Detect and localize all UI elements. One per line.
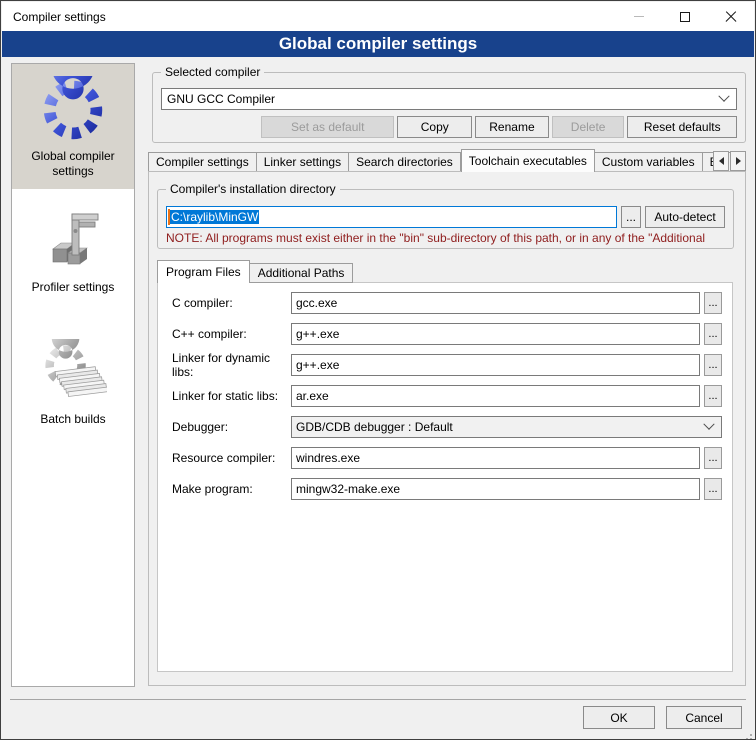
sidebar-item-label: Profiler settings	[28, 280, 119, 305]
browse-directory-button[interactable]: ...	[621, 206, 641, 228]
chevron-down-icon	[718, 91, 729, 102]
settings-tab-strip: Compiler settings Linker settings Search…	[148, 149, 746, 172]
installation-directory-group-label: Compiler's installation directory	[166, 182, 340, 196]
field-row-debugger: Debugger: GDB/CDB debugger : Default	[172, 416, 722, 438]
reset-defaults-button[interactable]: Reset defaults	[627, 116, 737, 138]
installation-directory-input[interactable]: C:\raylib\MinGW	[166, 206, 617, 228]
sidebar-item-global-compiler-settings[interactable]: Global compiler settings	[12, 64, 134, 189]
installation-directory-value: C:\raylib\MinGW	[170, 210, 259, 224]
dynamic-linker-browse-button[interactable]: ...	[704, 354, 722, 376]
selected-compiler-group: Selected compiler GNU GCC Compiler Set a…	[152, 72, 746, 143]
resize-grip[interactable]	[750, 734, 752, 736]
sidebar-item-label: Batch builds	[36, 412, 109, 437]
tab-scroll-left-button[interactable]	[713, 151, 729, 171]
field-row-make-program: Make program: mingw32-make.exe ...	[172, 478, 722, 500]
tab-linker-settings[interactable]: Linker settings	[257, 152, 349, 172]
maximize-button[interactable]	[662, 2, 708, 31]
gear-stack-icon	[37, 337, 109, 409]
close-button[interactable]	[708, 2, 754, 31]
footer-divider	[10, 699, 746, 700]
tab-scroll-right-button[interactable]	[730, 151, 746, 171]
arrow-right-icon	[736, 157, 741, 165]
close-icon	[725, 11, 737, 23]
tab-toolchain-executables[interactable]: Toolchain executables	[461, 149, 595, 172]
debugger-label: Debugger:	[172, 420, 291, 434]
sidebar-item-profiler-settings[interactable]: Profiler settings	[12, 195, 134, 305]
title-bar: Compiler settings	[2, 2, 754, 31]
settings-category-list: Global compiler settings	[11, 63, 135, 687]
bin-subdirectory-note: NOTE: All programs must exist either in …	[166, 231, 729, 245]
field-row-dynamic-linker: Linker for dynamic libs: g++.exe ...	[172, 354, 722, 376]
minimize-icon	[634, 16, 644, 17]
resource-compiler-browse-button[interactable]: ...	[704, 447, 722, 469]
c-compiler-browse-button[interactable]: ...	[704, 292, 722, 314]
tab-search-directories[interactable]: Search directories	[349, 152, 461, 172]
selected-compiler-group-label: Selected compiler	[161, 65, 264, 79]
field-row-cpp-compiler: C++ compiler: g++.exe ...	[172, 323, 722, 345]
tab-compiler-settings[interactable]: Compiler settings	[148, 152, 257, 172]
tab-additional-paths[interactable]: Additional Paths	[250, 263, 354, 283]
program-files-notebook: Program Files Additional Paths C compile…	[157, 260, 733, 672]
compiler-settings-dialog: Compiler settings Global compiler settin…	[0, 0, 756, 740]
minimize-button	[616, 2, 662, 31]
copy-button[interactable]: Copy	[397, 116, 472, 138]
page-title: Global compiler settings	[2, 31, 754, 57]
static-linker-input[interactable]: ar.exe	[291, 385, 700, 407]
resource-compiler-label: Resource compiler:	[172, 451, 291, 465]
chevron-down-icon	[703, 419, 714, 430]
toolchain-executables-panel: Compiler's installation directory C:\ray…	[148, 171, 746, 686]
c-compiler-label: C compiler:	[172, 296, 291, 310]
static-linker-browse-button[interactable]: ...	[704, 385, 722, 407]
window-title: Compiler settings	[13, 10, 106, 24]
debugger-select-value: GDB/CDB debugger : Default	[296, 420, 453, 434]
static-linker-label: Linker for static libs:	[172, 389, 291, 403]
cpp-compiler-browse-button[interactable]: ...	[704, 323, 722, 345]
blue-gear-icon	[37, 74, 109, 146]
caliper-icon	[37, 205, 109, 277]
dynamic-linker-input[interactable]: g++.exe	[291, 354, 700, 376]
notebook-tab-strip: Program Files Additional Paths	[157, 260, 353, 283]
tab-custom-variables[interactable]: Custom variables	[595, 152, 703, 172]
sidebar-item-label: Global compiler settings	[12, 149, 134, 189]
compiler-select-value: GNU GCC Compiler	[167, 92, 275, 106]
dialog-content: Global compiler settings	[2, 57, 754, 738]
cpp-compiler-label: C++ compiler:	[172, 327, 291, 341]
make-program-browse-button[interactable]: ...	[704, 478, 722, 500]
debugger-select[interactable]: GDB/CDB debugger : Default	[291, 416, 722, 438]
ok-button[interactable]: OK	[583, 706, 655, 729]
dialog-buttons: OK Cancel	[583, 706, 742, 729]
delete-button: Delete	[552, 116, 625, 138]
make-program-label: Make program:	[172, 482, 291, 496]
compiler-action-buttons: Set as default Copy Rename Delete Reset …	[161, 116, 737, 138]
field-row-c-compiler: C compiler: gcc.exe ...	[172, 292, 722, 314]
c-compiler-input[interactable]: gcc.exe	[291, 292, 700, 314]
caption-buttons	[616, 2, 754, 31]
make-program-input[interactable]: mingw32-make.exe	[291, 478, 700, 500]
auto-detect-button[interactable]: Auto-detect	[645, 206, 725, 228]
rename-button[interactable]: Rename	[475, 116, 549, 138]
field-row-resource-compiler: Resource compiler: windres.exe ...	[172, 447, 722, 469]
arrow-left-icon	[719, 157, 724, 165]
set-as-default-button: Set as default	[261, 116, 394, 138]
maximize-icon	[680, 12, 690, 22]
cancel-button[interactable]: Cancel	[666, 706, 742, 729]
installation-directory-row: C:\raylib\MinGW ... Auto-detect	[166, 206, 725, 228]
field-row-static-linker: Linker for static libs: ar.exe ...	[172, 385, 722, 407]
tab-program-files[interactable]: Program Files	[157, 260, 250, 283]
resource-compiler-input[interactable]: windres.exe	[291, 447, 700, 469]
sidebar-item-batch-builds[interactable]: Batch builds	[12, 327, 134, 437]
cpp-compiler-input[interactable]: g++.exe	[291, 323, 700, 345]
program-files-page: C compiler: gcc.exe ... C++ compiler: g+…	[157, 282, 733, 672]
compiler-select[interactable]: GNU GCC Compiler	[161, 88, 737, 110]
installation-directory-group: Compiler's installation directory C:\ray…	[157, 189, 734, 249]
tab-scroll-buttons	[713, 151, 746, 171]
dynamic-linker-label: Linker for dynamic libs:	[172, 351, 291, 379]
